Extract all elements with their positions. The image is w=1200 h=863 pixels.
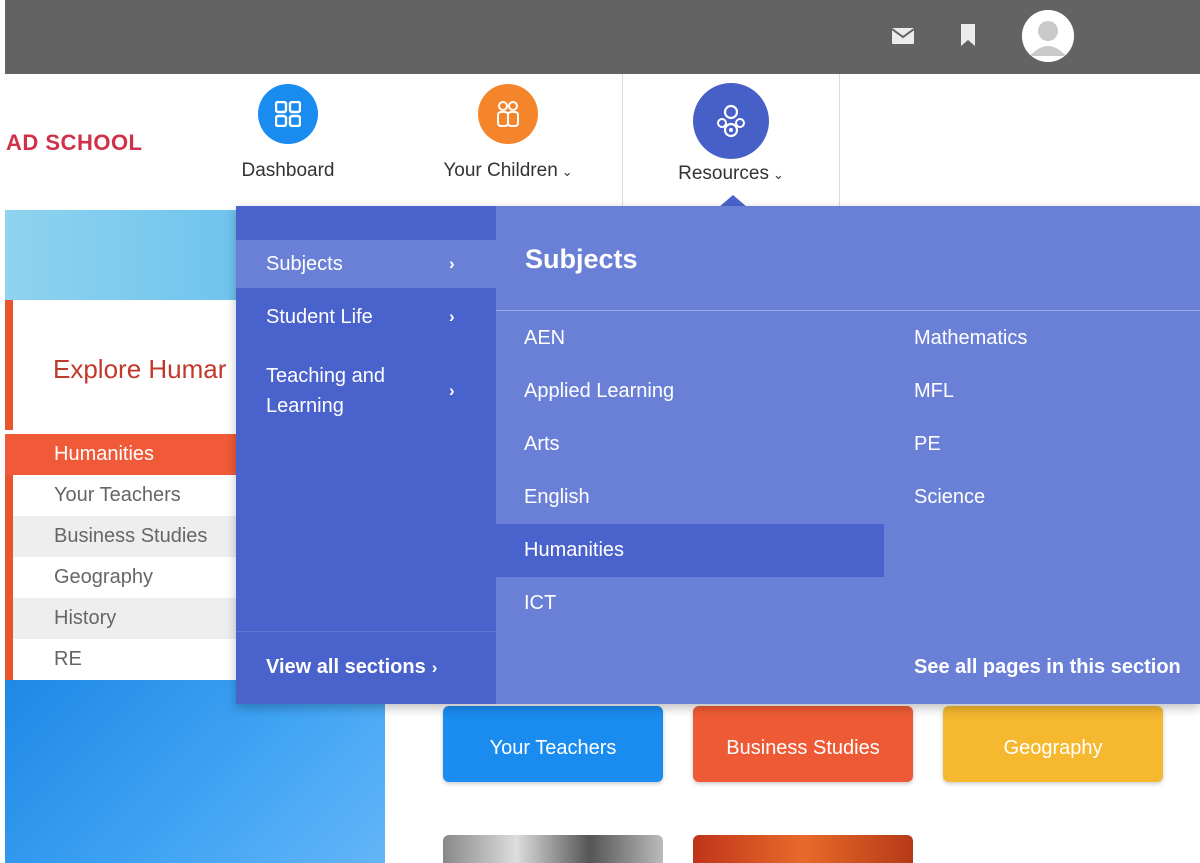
nav-resources[interactable]: Resources ⌄ [622, 74, 840, 210]
subject-english[interactable]: English [496, 471, 884, 524]
subject-ict[interactable]: ICT [496, 577, 884, 630]
hero-band [5, 210, 238, 300]
side-item-re[interactable]: RE [5, 639, 238, 680]
nav-your-children-label: Your Children ⌄ [420, 160, 596, 182]
subject-mathematics[interactable]: Mathematics [886, 312, 1186, 365]
blue-panel [5, 680, 385, 863]
nav-resources-label: Resources ⌄ [623, 163, 839, 185]
chevron-down-icon: ⌄ [772, 167, 784, 182]
tile-image[interactable] [693, 835, 913, 863]
menu-section-subjects[interactable]: Subjects › [236, 240, 496, 288]
chevron-right-icon: › [449, 307, 455, 326]
tile-geography[interactable]: Geography [943, 706, 1163, 782]
view-all-sections-link[interactable]: View all sections › [266, 656, 437, 679]
nav-your-children[interactable]: Your Children ⌄ [420, 84, 596, 182]
menu-section-label: Teaching and Learning [266, 365, 385, 417]
explore-title: Explore Humar [53, 354, 227, 384]
nav-your-children-text: Your Children [443, 160, 558, 181]
menu-sections-panel: Subjects › Student Life › Teaching and L… [236, 206, 496, 704]
mail-icon[interactable] [892, 28, 914, 44]
subject-science[interactable]: Science [886, 471, 1186, 524]
nav-dashboard-label: Dashboard [241, 160, 335, 181]
menu-section-label: Subjects [266, 253, 343, 275]
subject-aen[interactable]: AEN [496, 312, 884, 365]
subject-mfl[interactable]: MFL [886, 365, 1186, 418]
side-item-business-studies[interactable]: Business Studies [5, 516, 238, 557]
side-item-history[interactable]: History [5, 598, 238, 639]
resources-mega-menu: Subjects › Student Life › Teaching and L… [236, 206, 1200, 704]
left-edge [0, 0, 5, 863]
dashboard-grid-icon [258, 84, 318, 144]
side-item-geography[interactable]: Geography [5, 557, 238, 598]
top-bar [0, 0, 1200, 74]
subject-applied-learning[interactable]: Applied Learning [496, 365, 884, 418]
see-all-pages-link[interactable]: See all pages in this section [914, 656, 1181, 679]
view-all-label: View all sections [266, 656, 426, 678]
chevron-right-icon: › [449, 381, 455, 400]
subject-pe[interactable]: PE [886, 418, 1186, 471]
menu-divider [236, 631, 496, 632]
tile-your-teachers[interactable]: Your Teachers [443, 706, 663, 782]
subject-humanities[interactable]: Humanities [496, 524, 884, 577]
resources-icon [693, 83, 769, 159]
chevron-down-icon: ⌄ [561, 164, 573, 179]
chevron-right-icon: › [431, 658, 438, 677]
children-icon [478, 84, 538, 144]
menu-section-student-life[interactable]: Student Life › [236, 302, 496, 332]
avatar[interactable] [1022, 10, 1074, 62]
menu-section-teaching-learning[interactable]: Teaching and Learning › [236, 361, 455, 421]
side-item-your-teachers[interactable]: Your Teachers [5, 475, 238, 516]
subject-arts[interactable]: Arts [496, 418, 884, 471]
nav-resources-text: Resources [678, 163, 769, 184]
side-item-humanities[interactable]: Humanities [5, 434, 238, 475]
tile-business-studies[interactable]: Business Studies [693, 706, 913, 782]
side-nav-list: Humanities Your Teachers Business Studie… [5, 434, 238, 680]
chevron-right-icon: › [449, 254, 455, 273]
bookmark-icon[interactable] [960, 24, 976, 46]
subjects-panel: Subjects AEN Applied Learning Arts Engli… [496, 206, 1200, 704]
school-name[interactable]: AD SCHOOL [6, 130, 143, 156]
subjects-panel-title: Subjects [525, 244, 638, 274]
header [0, 74, 1200, 210]
nav-dashboard[interactable]: Dashboard [228, 84, 348, 182]
explore-box: Explore Humar [5, 300, 238, 430]
tile-image[interactable] [443, 835, 663, 863]
menu-section-label: Student Life [266, 306, 373, 328]
panel-divider [496, 310, 1200, 311]
